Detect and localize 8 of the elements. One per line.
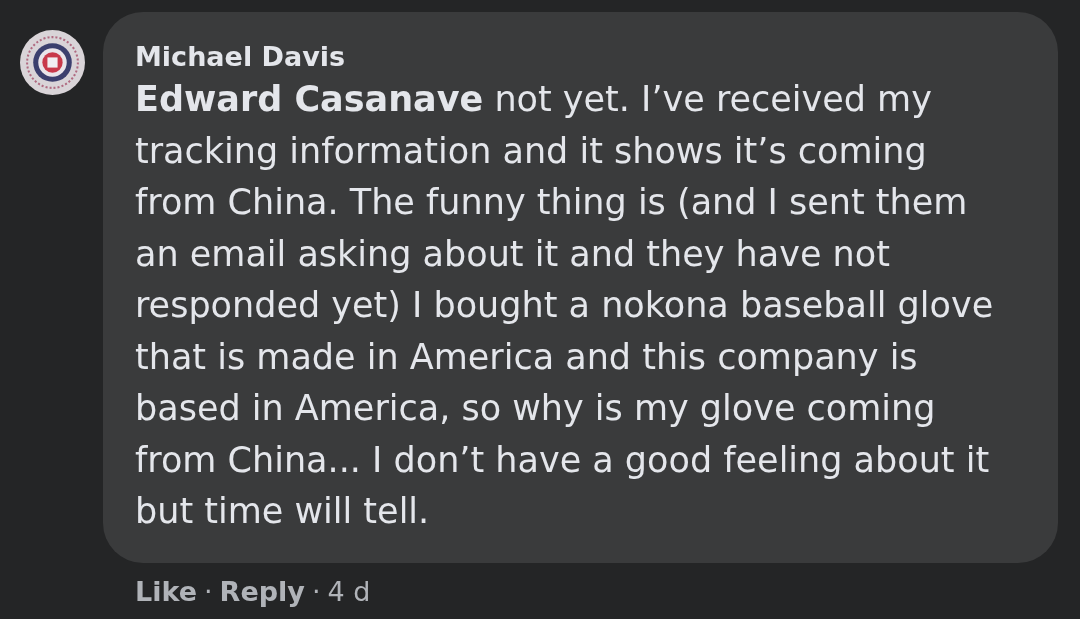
action-link[interactable]: Like [135, 574, 197, 609]
action-link[interactable]: Reply [219, 574, 305, 609]
comment-text: Edward Casanave not yet. I’ve received my tracking information and it shows it’s coming from China. The funny thing is (and I sent them an email asking about it and they have not responded yet) I bought a nokona baseball glove that is made in America and this company is based in America, so why is my glove coming from China... I don’t have a good feeling about it but time will tell. [135, 78, 995, 533]
avatar-icon [20, 30, 85, 95]
timestamp[interactable]: 4 d [327, 574, 371, 609]
separator-dot: · [311, 574, 321, 609]
separator-dot: · [204, 574, 213, 609]
author-name[interactable]: Michael Davis [135, 40, 1007, 74]
